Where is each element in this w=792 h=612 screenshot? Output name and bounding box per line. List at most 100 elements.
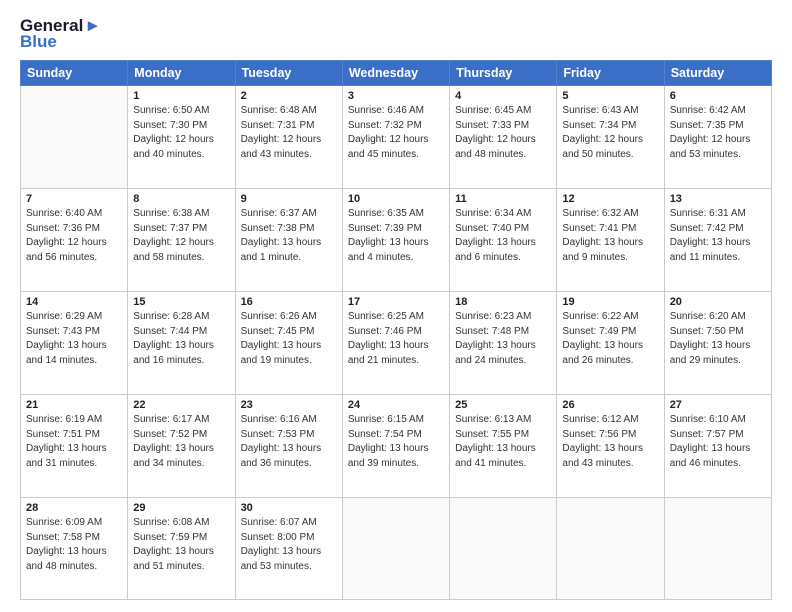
day-number: 6 <box>670 90 766 102</box>
calendar-week-1: 1 Sunrise: 6:50 AMSunset: 7:30 PMDaylight… <box>21 86 772 189</box>
calendar-cell: 24Sunrise: 6:15 AMSunset: 7:54 PMDayligh… <box>342 395 449 498</box>
day-number: 27 <box>670 399 766 411</box>
day-number: 30 <box>241 502 337 514</box>
day-info: Sunrise: 6:31 AMSunset: 7:42 PMDaylight:… <box>670 207 766 265</box>
calendar-cell: 20Sunrise: 6:20 AMSunset: 7:50 PMDayligh… <box>664 292 771 395</box>
day-info: Sunrise: 6:23 AMSunset: 7:48 PMDaylight:… <box>455 310 551 368</box>
day-number: 15 <box>133 296 229 308</box>
day-info: Sunrise: 6:29 AMSunset: 7:43 PMDaylight:… <box>26 310 122 368</box>
day-info: Sunrise: 6:08 AMSunset: 7:59 PMDaylight:… <box>133 516 229 574</box>
page: General ► Blue SundayMondayTuesdayWednes… <box>0 0 792 612</box>
day-number: 18 <box>455 296 551 308</box>
day-number: 3 <box>348 90 444 102</box>
day-number: 5 <box>562 90 658 102</box>
day-number: 1 <box>133 90 229 102</box>
col-header-saturday: Saturday <box>664 61 771 86</box>
calendar-cell: 21 Sunrise: 6:19 AMSunset: 7:51 PMDayligh… <box>21 395 128 498</box>
calendar-cell: 12 Sunrise: 6:32 AMSunset: 7:41 PMDayligh… <box>557 189 664 292</box>
day-number: 4 <box>455 90 551 102</box>
calendar-cell: 9Sunrise: 6:37 AMSunset: 7:38 PMDaylight… <box>235 189 342 292</box>
day-info: Sunrise: 6:22 AMSunset: 7:49 PMDaylight:… <box>562 310 658 368</box>
col-header-wednesday: Wednesday <box>342 61 449 86</box>
calendar-cell: 14 Sunrise: 6:29 AMSunset: 7:43 PMDayligh… <box>21 292 128 395</box>
calendar-cell: 1 Sunrise: 6:50 AMSunset: 7:30 PMDaylight… <box>128 86 235 189</box>
day-info: Sunrise: 6:19 AMSunset: 7:51 PMDaylight:… <box>26 413 122 471</box>
col-header-monday: Monday <box>128 61 235 86</box>
col-header-sunday: Sunday <box>21 61 128 86</box>
calendar-cell: 19 Sunrise: 6:22 AMSunset: 7:49 PMDayligh… <box>557 292 664 395</box>
calendar-week-5: 28 Sunrise: 6:09 AMSunset: 7:58 PMDayligh… <box>21 498 772 600</box>
calendar-cell: 7Sunrise: 6:40 AMSunset: 7:36 PMDaylight… <box>21 189 128 292</box>
day-number: 11 <box>455 193 551 205</box>
calendar-cell: 22Sunrise: 6:17 AMSunset: 7:52 PMDayligh… <box>128 395 235 498</box>
day-number: 12 <box>562 193 658 205</box>
day-number: 19 <box>562 296 658 308</box>
day-info: Sunrise: 6:16 AMSunset: 7:53 PMDaylight:… <box>241 413 337 471</box>
day-number: 24 <box>348 399 444 411</box>
calendar-cell: 5 Sunrise: 6:43 AMSunset: 7:34 PMDaylight… <box>557 86 664 189</box>
calendar-cell: 27 Sunrise: 6:10 AMSunset: 7:57 PMDayligh… <box>664 395 771 498</box>
day-number: 8 <box>133 193 229 205</box>
day-number: 29 <box>133 502 229 514</box>
calendar-week-4: 21 Sunrise: 6:19 AMSunset: 7:51 PMDayligh… <box>21 395 772 498</box>
logo-blue: Blue <box>20 32 57 52</box>
day-number: 10 <box>348 193 444 205</box>
calendar-cell: 8 Sunrise: 6:38 AMSunset: 7:37 PMDaylight… <box>128 189 235 292</box>
calendar-cell: 29 Sunrise: 6:08 AMSunset: 7:59 PMDayligh… <box>128 498 235 600</box>
calendar-cell: 3 Sunrise: 6:46 AMSunset: 7:32 PMDaylight… <box>342 86 449 189</box>
day-info: Sunrise: 6:34 AMSunset: 7:40 PMDaylight:… <box>455 207 551 265</box>
day-info: Sunrise: 6:32 AMSunset: 7:41 PMDaylight:… <box>562 207 658 265</box>
col-header-tuesday: Tuesday <box>235 61 342 86</box>
calendar-cell: 18 Sunrise: 6:23 AMSunset: 7:48 PMDayligh… <box>450 292 557 395</box>
calendar-header-row: SundayMondayTuesdayWednesdayThursdayFrid… <box>21 61 772 86</box>
calendar-week-2: 7Sunrise: 6:40 AMSunset: 7:36 PMDaylight… <box>21 189 772 292</box>
calendar-cell <box>21 86 128 189</box>
day-info: Sunrise: 6:28 AMSunset: 7:44 PMDaylight:… <box>133 310 229 368</box>
calendar-cell: 17 Sunrise: 6:25 AMSunset: 7:46 PMDayligh… <box>342 292 449 395</box>
day-number: 26 <box>562 399 658 411</box>
calendar-cell: 30 Sunrise: 6:07 AMSunset: 8:00 PMDayligh… <box>235 498 342 600</box>
day-number: 2 <box>241 90 337 102</box>
calendar-cell: 25Sunrise: 6:13 AMSunset: 7:55 PMDayligh… <box>450 395 557 498</box>
day-number: 17 <box>348 296 444 308</box>
day-info: Sunrise: 6:07 AMSunset: 8:00 PMDaylight:… <box>241 516 337 574</box>
day-info: Sunrise: 6:46 AMSunset: 7:32 PMDaylight:… <box>348 104 444 162</box>
day-info: Sunrise: 6:12 AMSunset: 7:56 PMDaylight:… <box>562 413 658 471</box>
day-info: Sunrise: 6:09 AMSunset: 7:58 PMDaylight:… <box>26 516 122 574</box>
day-number: 23 <box>241 399 337 411</box>
day-info: Sunrise: 6:35 AMSunset: 7:39 PMDaylight:… <box>348 207 444 265</box>
col-header-friday: Friday <box>557 61 664 86</box>
calendar-cell <box>664 498 771 600</box>
calendar-cell <box>450 498 557 600</box>
calendar-cell: 4 Sunrise: 6:45 AMSunset: 7:33 PMDaylight… <box>450 86 557 189</box>
day-info: Sunrise: 6:25 AMSunset: 7:46 PMDaylight:… <box>348 310 444 368</box>
calendar-cell <box>557 498 664 600</box>
day-info: Sunrise: 6:50 AMSunset: 7:30 PMDaylight:… <box>133 104 229 162</box>
day-number: 14 <box>26 296 122 308</box>
calendar-cell: 2 Sunrise: 6:48 AMSunset: 7:31 PMDaylight… <box>235 86 342 189</box>
calendar-cell: 23 Sunrise: 6:16 AMSunset: 7:53 PMDayligh… <box>235 395 342 498</box>
day-info: Sunrise: 6:45 AMSunset: 7:33 PMDaylight:… <box>455 104 551 162</box>
day-info: Sunrise: 6:48 AMSunset: 7:31 PMDaylight:… <box>241 104 337 162</box>
day-info: Sunrise: 6:40 AMSunset: 7:36 PMDaylight:… <box>26 207 122 265</box>
calendar-cell: 13 Sunrise: 6:31 AMSunset: 7:42 PMDayligh… <box>664 189 771 292</box>
day-number: 28 <box>26 502 122 514</box>
day-info: Sunrise: 6:26 AMSunset: 7:45 PMDaylight:… <box>241 310 337 368</box>
day-number: 13 <box>670 193 766 205</box>
day-info: Sunrise: 6:17 AMSunset: 7:52 PMDaylight:… <box>133 413 229 471</box>
calendar-cell <box>342 498 449 600</box>
calendar-cell: 11 Sunrise: 6:34 AMSunset: 7:40 PMDayligh… <box>450 189 557 292</box>
day-number: 20 <box>670 296 766 308</box>
calendar-cell: 15 Sunrise: 6:28 AMSunset: 7:44 PMDayligh… <box>128 292 235 395</box>
logo: General ► Blue <box>20 16 101 52</box>
day-info: Sunrise: 6:42 AMSunset: 7:35 PMDaylight:… <box>670 104 766 162</box>
header: General ► Blue <box>20 16 772 52</box>
day-number: 9 <box>241 193 337 205</box>
calendar-cell: 16Sunrise: 6:26 AMSunset: 7:45 PMDayligh… <box>235 292 342 395</box>
day-info: Sunrise: 6:43 AMSunset: 7:34 PMDaylight:… <box>562 104 658 162</box>
day-info: Sunrise: 6:38 AMSunset: 7:37 PMDaylight:… <box>133 207 229 265</box>
calendar-table: SundayMondayTuesdayWednesdayThursdayFrid… <box>20 60 772 600</box>
day-number: 21 <box>26 399 122 411</box>
day-info: Sunrise: 6:10 AMSunset: 7:57 PMDaylight:… <box>670 413 766 471</box>
calendar-cell: 6 Sunrise: 6:42 AMSunset: 7:35 PMDaylight… <box>664 86 771 189</box>
